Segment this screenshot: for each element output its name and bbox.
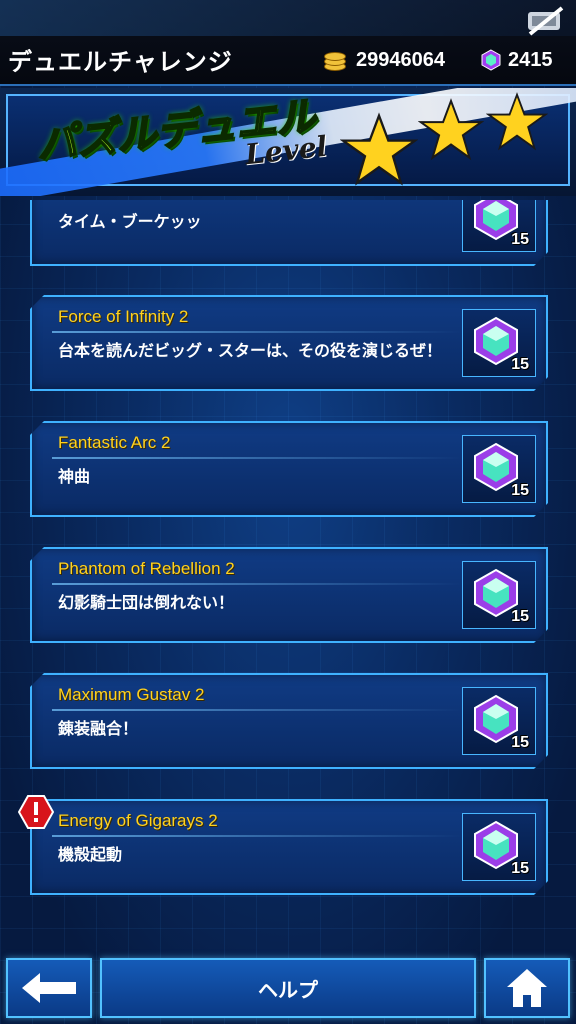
reward-box: 15 bbox=[462, 435, 536, 503]
challenge-name: Phantom of Rebellion 2 bbox=[58, 559, 235, 578]
challenge-card[interactable]: Fantastic Arc 2 神曲 15 bbox=[30, 421, 548, 517]
gem-icon bbox=[481, 49, 501, 71]
divider bbox=[52, 835, 462, 837]
challenge-card[interactable]: Energy of Gigarays 2 機殻起動 15 bbox=[30, 799, 548, 895]
challenge-list[interactable]: タイム・ブーケッッ 15 Force of Infinity 2 台本を読んだビ… bbox=[0, 200, 576, 940]
challenge-card[interactable]: Force of Infinity 2 台本を読んだビッグ・スターは、その役を演… bbox=[30, 295, 548, 391]
reward-count: 15 bbox=[511, 734, 529, 751]
gem-amount: 2415 bbox=[508, 48, 553, 71]
hide-ui-icon[interactable] bbox=[526, 6, 566, 36]
reward-box: 15 bbox=[462, 561, 536, 629]
challenge-name: Force of Infinity 2 bbox=[58, 307, 189, 326]
puzzle-duel-banner: パズルデュエル Level bbox=[0, 88, 576, 196]
challenge-description: 錬装融合！ bbox=[58, 719, 139, 738]
challenge-card[interactable]: Phantom of Rebellion 2 幻影騎士団は倒れない！ 15 bbox=[30, 547, 548, 643]
reward-count: 15 bbox=[511, 482, 529, 499]
reward-count: 15 bbox=[511, 860, 529, 877]
challenge-description: 幻影騎士団は倒れない！ bbox=[58, 593, 235, 612]
challenge-description: 機殻起動 bbox=[58, 845, 123, 864]
reward-count: 15 bbox=[511, 608, 529, 625]
reward-box: 15 bbox=[462, 687, 536, 755]
challenge-name: Fantastic Arc 2 bbox=[58, 433, 171, 452]
divider bbox=[52, 709, 462, 711]
help-button[interactable]: ヘルプ bbox=[100, 958, 476, 1018]
top-bar: デュエルチャレンジ 29946064 2415 bbox=[0, 0, 576, 86]
reward-count: 15 bbox=[511, 356, 529, 373]
gold-counter: 29946064 bbox=[320, 46, 445, 74]
level-star-icon bbox=[418, 98, 484, 161]
reward-box: 15 bbox=[462, 200, 536, 252]
level-star-icon bbox=[486, 92, 548, 151]
challenge-description: 台本を読んだビッグ・スターは、その役を演じるぜ！ bbox=[58, 341, 443, 360]
divider bbox=[52, 331, 462, 333]
challenge-description: タイム・ブーケッッ bbox=[58, 212, 202, 231]
gold-coin-icon bbox=[320, 49, 348, 71]
reward-box: 15 bbox=[462, 309, 536, 377]
level-star-icon bbox=[340, 112, 418, 186]
divider bbox=[52, 457, 462, 459]
page-title: デュエルチャレンジ bbox=[8, 48, 233, 76]
challenge-description: 神曲 bbox=[58, 467, 91, 486]
challenge-name: Energy of Gigarays 2 bbox=[58, 811, 218, 830]
reward-box: 15 bbox=[462, 813, 536, 881]
bottom-bar: ヘルプ bbox=[0, 950, 576, 1024]
back-button[interactable] bbox=[6, 958, 92, 1018]
gold-amount: 29946064 bbox=[356, 48, 445, 71]
challenge-card[interactable]: タイム・ブーケッッ 15 bbox=[30, 200, 548, 266]
home-icon bbox=[507, 969, 547, 1007]
help-button-label: ヘルプ bbox=[258, 977, 318, 1002]
divider bbox=[52, 583, 462, 585]
home-button[interactable] bbox=[484, 958, 570, 1018]
left-arrow-icon bbox=[22, 973, 76, 1003]
gem-counter: 2415 bbox=[480, 46, 553, 74]
alert-icon bbox=[18, 795, 54, 829]
challenge-name: Maximum Gustav 2 bbox=[58, 685, 205, 704]
challenge-card[interactable]: Maximum Gustav 2 錬装融合！ 15 bbox=[30, 673, 548, 769]
top-bar-decoration bbox=[0, 0, 576, 36]
reward-count: 15 bbox=[511, 231, 529, 248]
